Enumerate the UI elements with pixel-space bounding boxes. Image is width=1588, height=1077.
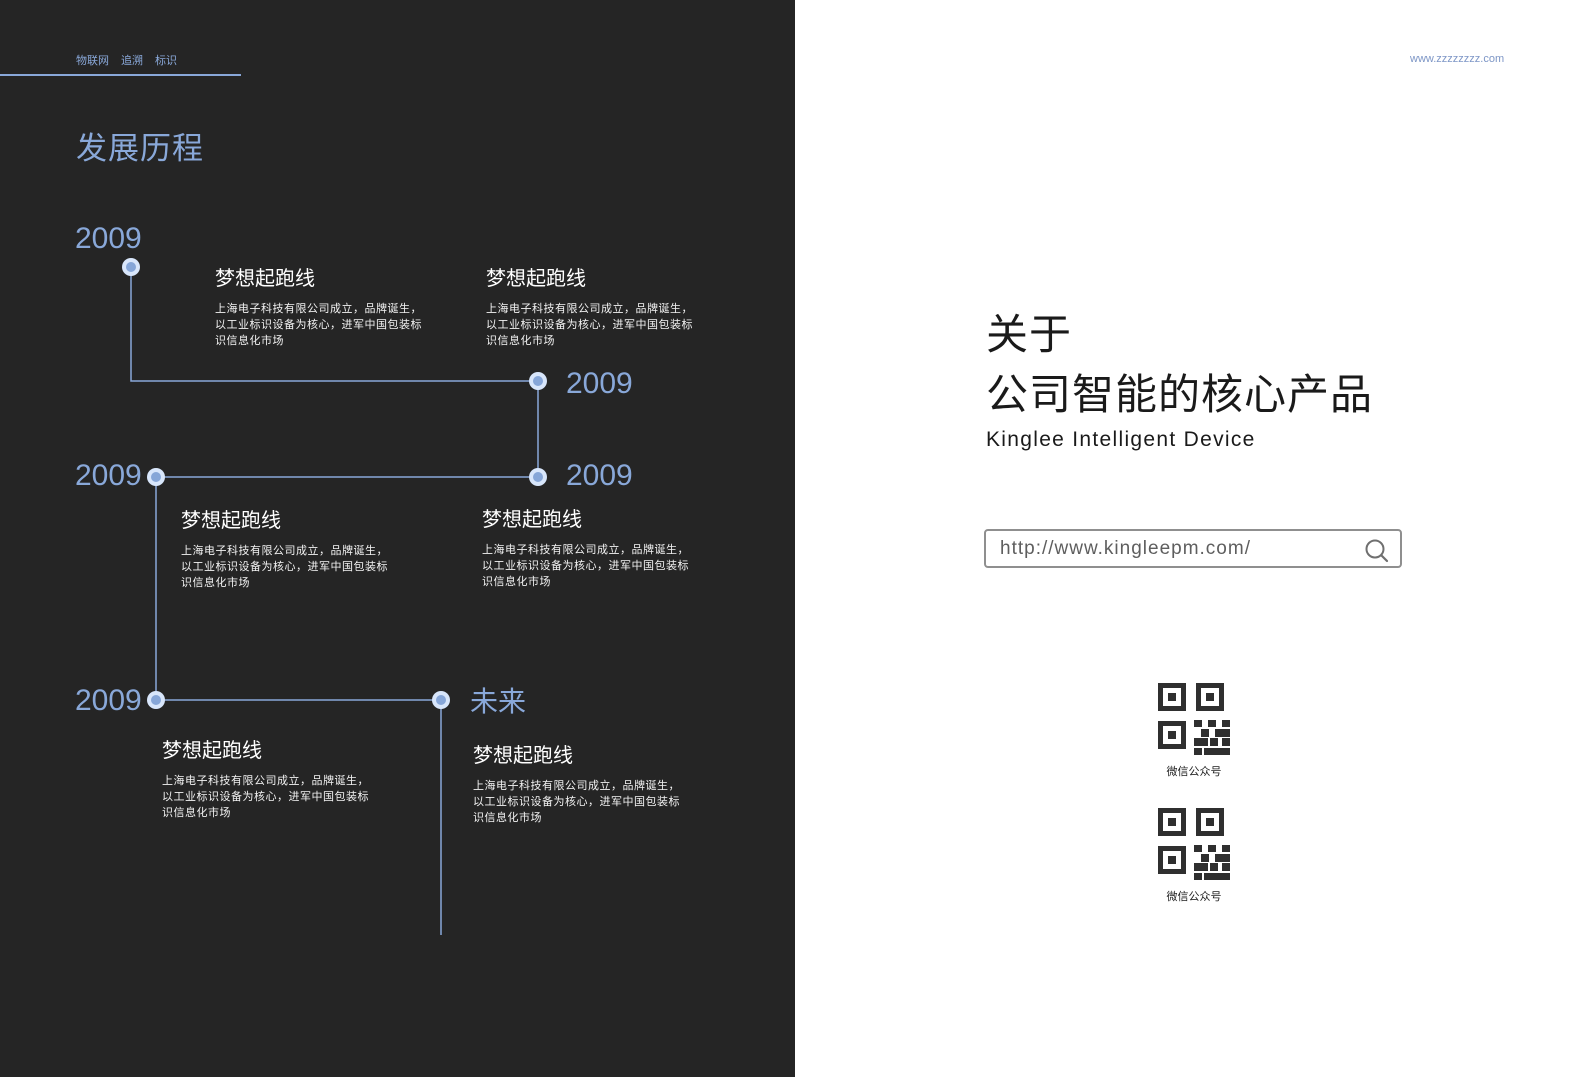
qr-label: 微信公众号 [1166,765,1222,778]
timeline-node-3 [529,468,547,486]
card-description: 上海电子科技有限公司成立，品牌诞生，以工业标识设备为核心，进军中国包装标识信息化… [486,302,693,347]
card-description: 上海电子科技有限公司成立，品牌诞生，以工业标识设备为核心，进军中国包装标识信息化… [473,779,680,824]
year-label-5: 2009 [75,684,142,717]
timeline-card-5: 梦想起跑线 上海电子科技有限公司成立，品牌诞生，以工业标识设备为核心，进军中国包… [162,738,372,821]
timeline-node-4 [147,468,165,486]
about-heading-line-2: 公司智能的核心产品 [986,370,1374,419]
year-label-2: 2009 [566,367,633,400]
future-label: 未来 [470,685,527,718]
search-icon[interactable] [1363,537,1391,565]
card-title: 梦想起跑线 [473,743,573,767]
timeline-card-6: 梦想起跑线 上海电子科技有限公司成立，品牌诞生，以工业标识设备为核心，进军中国包… [473,743,683,826]
timeline-node-2 [529,372,547,390]
about-heading-line-1: 关于 [986,310,1073,359]
qr-label: 微信公众号 [1166,890,1222,903]
card-title: 梦想起跑线 [486,266,586,290]
timeline-card-2: 梦想起跑线 上海电子科技有限公司成立，品牌诞生，以工业标识设备为核心，进军中国包… [486,266,696,349]
device-subtitle: Kinglee Intelligent Device [986,428,1256,451]
card-title: 梦想起跑线 [181,508,281,532]
year-label-1: 2009 [75,222,142,255]
card-description: 上海电子科技有限公司成立，品牌诞生，以工业标识设备为核心，进军中国包装标识信息化… [215,302,422,347]
qr-code-icon [1158,808,1230,880]
search-bar[interactable] [984,529,1402,568]
search-input[interactable] [1000,538,1340,560]
timeline-card-3: 梦想起跑线 上海电子科技有限公司成立，品牌诞生，以工业标识设备为核心，进军中国包… [181,508,391,591]
year-label-4: 2009 [75,459,142,492]
card-title: 梦想起跑线 [215,266,315,290]
year-label-3: 2009 [566,459,633,492]
card-title: 梦想起跑线 [162,738,262,762]
card-description: 上海电子科技有限公司成立，品牌诞生，以工业标识设备为核心，进军中国包装标识信息化… [482,543,689,588]
timeline-card-4: 梦想起跑线 上海电子科技有限公司成立，品牌诞生，以工业标识设备为核心，进军中国包… [482,507,692,590]
wechat-qr-2[interactable]: 微信公众号 [1158,808,1230,904]
card-description: 上海电子科技有限公司成立，品牌诞生，以工业标识设备为核心，进军中国包装标识信息化… [162,774,369,819]
card-description: 上海电子科技有限公司成立，品牌诞生，以工业标识设备为核心，进军中国包装标识信息化… [181,544,388,589]
website-link[interactable]: www.zzzzzzzz.com [1410,53,1504,65]
timeline-path [130,267,539,935]
timeline-node-1 [122,258,140,276]
timeline-node-6 [432,691,450,709]
card-title: 梦想起跑线 [482,507,582,531]
timeline-node-5 [147,691,165,709]
about-heading: 关于 公司智能的核心产品 [986,305,1373,425]
wechat-qr-1[interactable]: 微信公众号 [1158,683,1230,779]
qr-code-icon [1158,683,1230,755]
timeline-card-1: 梦想起跑线 上海电子科技有限公司成立，品牌诞生，以工业标识设备为核心，进军中国包… [215,266,425,349]
